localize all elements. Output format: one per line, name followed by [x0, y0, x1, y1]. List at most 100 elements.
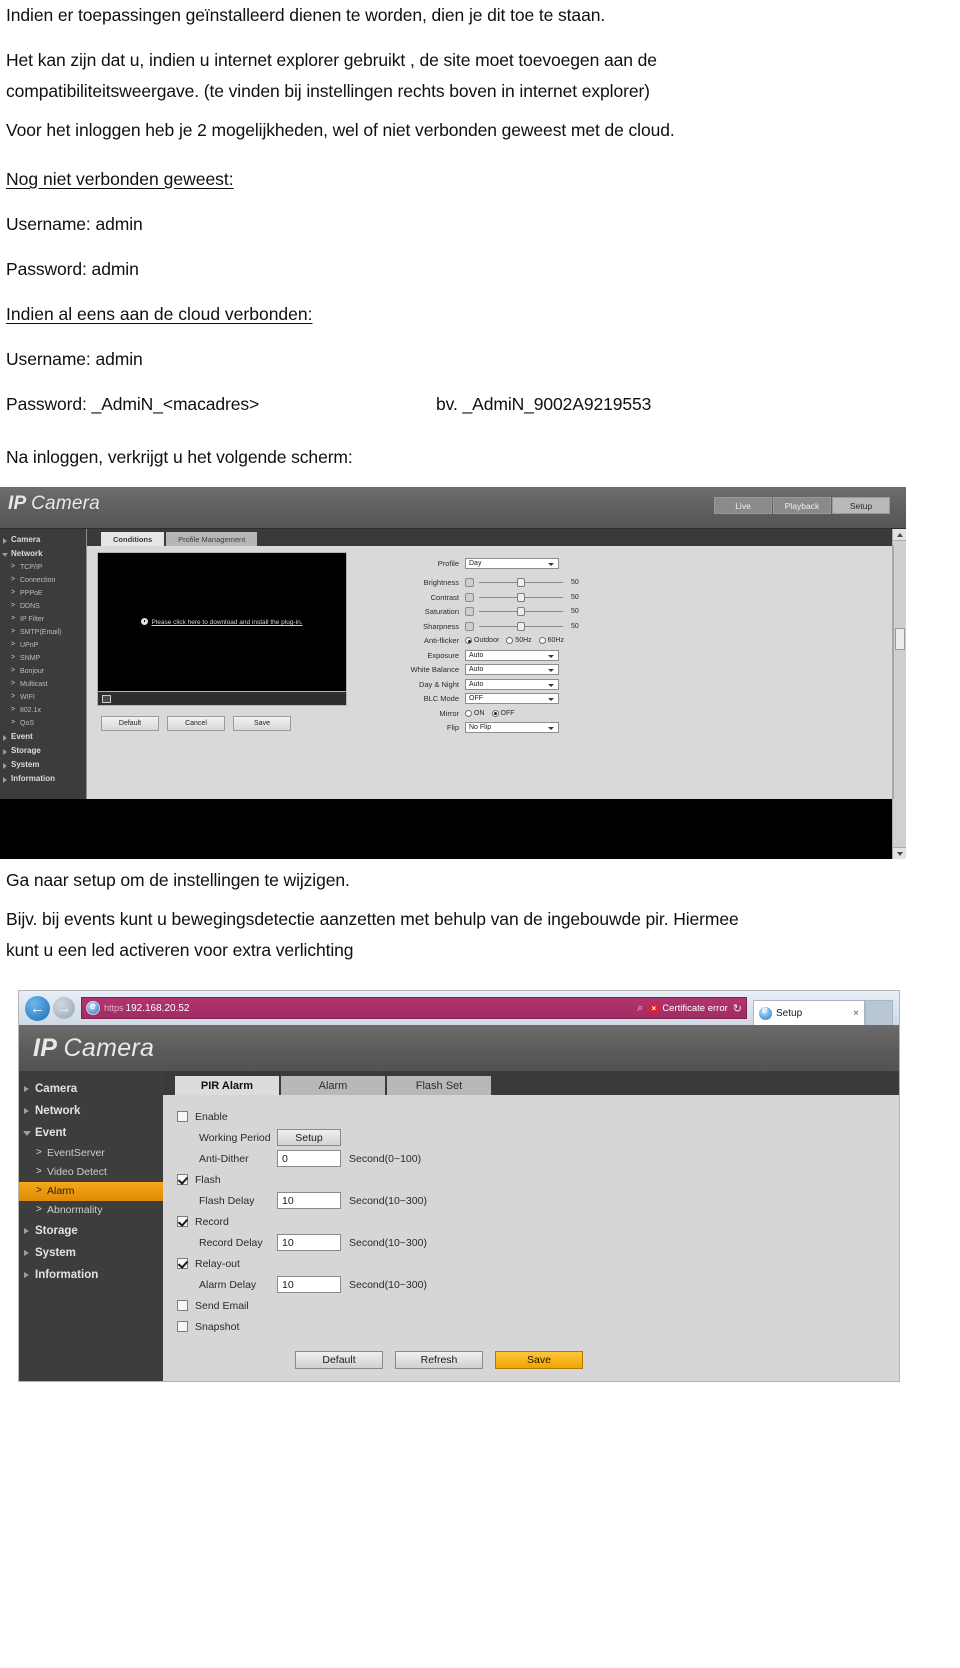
- shot2-sidebar-network[interactable]: Network: [19, 1100, 163, 1122]
- shot1-radio-outdoor[interactable]: Outdoor: [465, 637, 499, 645]
- shot1-video-preview[interactable]: Please click here to download and instal…: [97, 552, 347, 692]
- shot1-sidebar-connection[interactable]: Connection: [0, 574, 86, 587]
- shot1-sidebar-snmp[interactable]: SNMP: [0, 652, 86, 665]
- shot2-tab-alarm[interactable]: Alarm: [281, 1076, 385, 1095]
- shot1-radio-mirror-on[interactable]: ON: [465, 709, 485, 717]
- scroll-up-arrow-icon[interactable]: [893, 529, 906, 541]
- shot2-save-button[interactable]: Save: [495, 1351, 583, 1369]
- shot2-sidebar-system[interactable]: System: [19, 1242, 163, 1264]
- shot1-slider-sharpness[interactable]: [479, 621, 563, 631]
- shot1-sidebar-8021x[interactable]: 802.1x: [0, 704, 86, 717]
- shot1-top-navigation[interactable]: Live Playback Setup: [714, 497, 890, 514]
- shot1-sidebar-network[interactable]: Network: [0, 547, 86, 561]
- shot2-tabstrip[interactable]: PIR Alarm Alarm Flash Set: [163, 1071, 899, 1095]
- shot2-sidebar-information[interactable]: Information: [19, 1264, 163, 1286]
- shot2-checkbox-flash[interactable]: [177, 1174, 188, 1185]
- shot1-radio-50hz[interactable]: 50Hz: [506, 637, 532, 645]
- shot2-browser-tab[interactable]: Setup ×: [753, 1000, 865, 1025]
- shot2-input-anti-dither[interactable]: 0: [277, 1150, 341, 1167]
- shot2-action-buttons[interactable]: Default Refresh Save: [177, 1351, 899, 1369]
- shot2-sidebar-event[interactable]: Event: [19, 1122, 163, 1144]
- shot1-tabstrip[interactable]: Conditions Profile Management: [87, 529, 892, 546]
- shot1-select-profile[interactable]: Day: [465, 557, 559, 569]
- shot1-select-white-balance[interactable]: Auto: [465, 664, 559, 676]
- shot2-checkbox-record[interactable]: [177, 1216, 188, 1227]
- shot1-nav-setup[interactable]: Setup: [832, 497, 890, 514]
- shot1-sidebar-tcpip[interactable]: TCP/IP: [0, 561, 86, 574]
- shot1-row-saturation: Saturation 50: [383, 605, 892, 620]
- slider-knob[interactable]: [517, 578, 525, 588]
- slider-knob[interactable]: [517, 621, 525, 631]
- shot2-tab-pir-alarm[interactable]: PIR Alarm: [175, 1076, 279, 1095]
- shot2-working-period-setup-button[interactable]: Setup: [277, 1129, 341, 1146]
- shot1-sidebar-pppoe[interactable]: PPPoE: [0, 587, 86, 600]
- paragraph-install-apps: Indien er toepassingen geïnstalleerd die…: [6, 5, 606, 25]
- forward-arrow-icon[interactable]: →: [53, 997, 75, 1019]
- shot1-sidebar-bonjour[interactable]: Bonjour: [0, 665, 86, 678]
- search-icon[interactable]: ⌕: [637, 1002, 643, 1015]
- shot1-select-blc-mode[interactable]: OFF: [465, 693, 559, 705]
- shot1-video-toolbar[interactable]: [97, 692, 347, 706]
- shot1-sidebar-ddns[interactable]: DDNS: [0, 600, 86, 613]
- shot2-sidebar-video-detect[interactable]: Video Detect: [19, 1163, 163, 1182]
- shot1-sidebar-storage[interactable]: Storage: [0, 744, 86, 758]
- refresh-icon[interactable]: ↻: [733, 1002, 742, 1015]
- shot1-button-row[interactable]: Default Cancel Save: [97, 716, 349, 731]
- back-arrow-icon[interactable]: ←: [25, 995, 50, 1021]
- shot1-sidebar[interactable]: Camera Network TCP/IP Connection PPPoE D…: [0, 529, 86, 799]
- shot1-sidebar-system[interactable]: System: [0, 758, 86, 772]
- shot1-sidebar-ip-filter[interactable]: IP Filter: [0, 613, 86, 626]
- shot1-select-exposure[interactable]: Auto: [465, 649, 559, 661]
- shot2-new-tab-button[interactable]: [865, 1000, 893, 1025]
- shot2-input-flash-delay[interactable]: 10: [277, 1192, 341, 1209]
- shot1-radio-60hz[interactable]: 60Hz: [538, 637, 564, 645]
- shot2-sidebar-eventserver[interactable]: EventServer: [19, 1144, 163, 1163]
- shot2-tab-flash-set[interactable]: Flash Set: [387, 1076, 491, 1095]
- shot2-sidebar-camera[interactable]: Camera: [19, 1078, 163, 1100]
- shot1-slider-saturation[interactable]: [479, 607, 563, 617]
- shot2-checkbox-relay-out[interactable]: [177, 1258, 188, 1269]
- scrollbar-thumb[interactable]: [895, 628, 905, 650]
- shot2-refresh-button[interactable]: Refresh: [395, 1351, 483, 1369]
- shot1-sidebar-upnp[interactable]: UPnP: [0, 639, 86, 652]
- shot2-body: Camera Network Event EventServer Video D…: [19, 1071, 899, 1381]
- close-icon[interactable]: ×: [853, 1008, 859, 1019]
- shot2-sidebar-storage[interactable]: Storage: [19, 1220, 163, 1242]
- shot1-default-button[interactable]: Default: [101, 716, 159, 731]
- shot2-sidebar-alarm[interactable]: Alarm: [19, 1182, 163, 1201]
- shot1-sidebar-multicast[interactable]: Multicast: [0, 678, 86, 691]
- shot1-slider-brightness[interactable]: [479, 578, 563, 588]
- shot1-tab-conditions[interactable]: Conditions: [101, 532, 165, 546]
- shot1-select-day-night[interactable]: Auto: [465, 678, 559, 690]
- shot1-select-flip[interactable]: No Flip: [465, 722, 559, 734]
- shot1-sidebar-qos[interactable]: QoS: [0, 717, 86, 730]
- shot1-sidebar-wifi[interactable]: WIFI: [0, 691, 86, 704]
- shot1-sidebar-event[interactable]: Event: [0, 730, 86, 744]
- shot2-input-record-delay[interactable]: 10: [277, 1234, 341, 1251]
- shot1-sidebar-smtp-email[interactable]: SMTP(Email): [0, 626, 86, 639]
- shot2-checkbox-enable[interactable]: [177, 1111, 188, 1122]
- shot1-nav-live[interactable]: Live: [714, 497, 772, 514]
- shot2-sidebar-abnormality[interactable]: Abnormality: [19, 1201, 163, 1220]
- slider-knob[interactable]: [517, 607, 525, 617]
- shot1-cancel-button[interactable]: Cancel: [167, 716, 225, 731]
- shot1-radio-mirror-off[interactable]: OFF: [491, 709, 515, 717]
- shot2-checkbox-snapshot[interactable]: [177, 1321, 188, 1332]
- shot1-tab-profile-management[interactable]: Profile Management: [166, 532, 258, 546]
- scroll-down-arrow-icon[interactable]: [893, 847, 906, 859]
- fullscreen-icon[interactable]: [102, 694, 111, 703]
- shot1-slider-contrast[interactable]: [479, 592, 563, 602]
- shot1-inner-scrollbar[interactable]: [893, 546, 906, 799]
- shot2-sidebar[interactable]: Camera Network Event EventServer Video D…: [19, 1071, 163, 1381]
- shot2-input-alarm-delay[interactable]: 10: [277, 1276, 341, 1293]
- shot2-checkbox-send-email[interactable]: [177, 1300, 188, 1311]
- shot1-nav-playback[interactable]: Playback: [773, 497, 831, 514]
- shot2-default-button[interactable]: Default: [295, 1351, 383, 1369]
- shot1-save-button[interactable]: Save: [233, 716, 291, 731]
- certificate-error-badge[interactable]: × Certificate error: [648, 1002, 728, 1014]
- shot2-address-bar[interactable]: https 192.168.20.52 ⌕ × Certificate erro…: [81, 997, 747, 1019]
- shot1-plugin-download-link[interactable]: Please click here to download and instal…: [98, 618, 346, 626]
- shot1-sidebar-camera[interactable]: Camera: [0, 533, 86, 547]
- shot1-sidebar-information[interactable]: Information: [0, 772, 86, 786]
- slider-knob[interactable]: [517, 592, 525, 602]
